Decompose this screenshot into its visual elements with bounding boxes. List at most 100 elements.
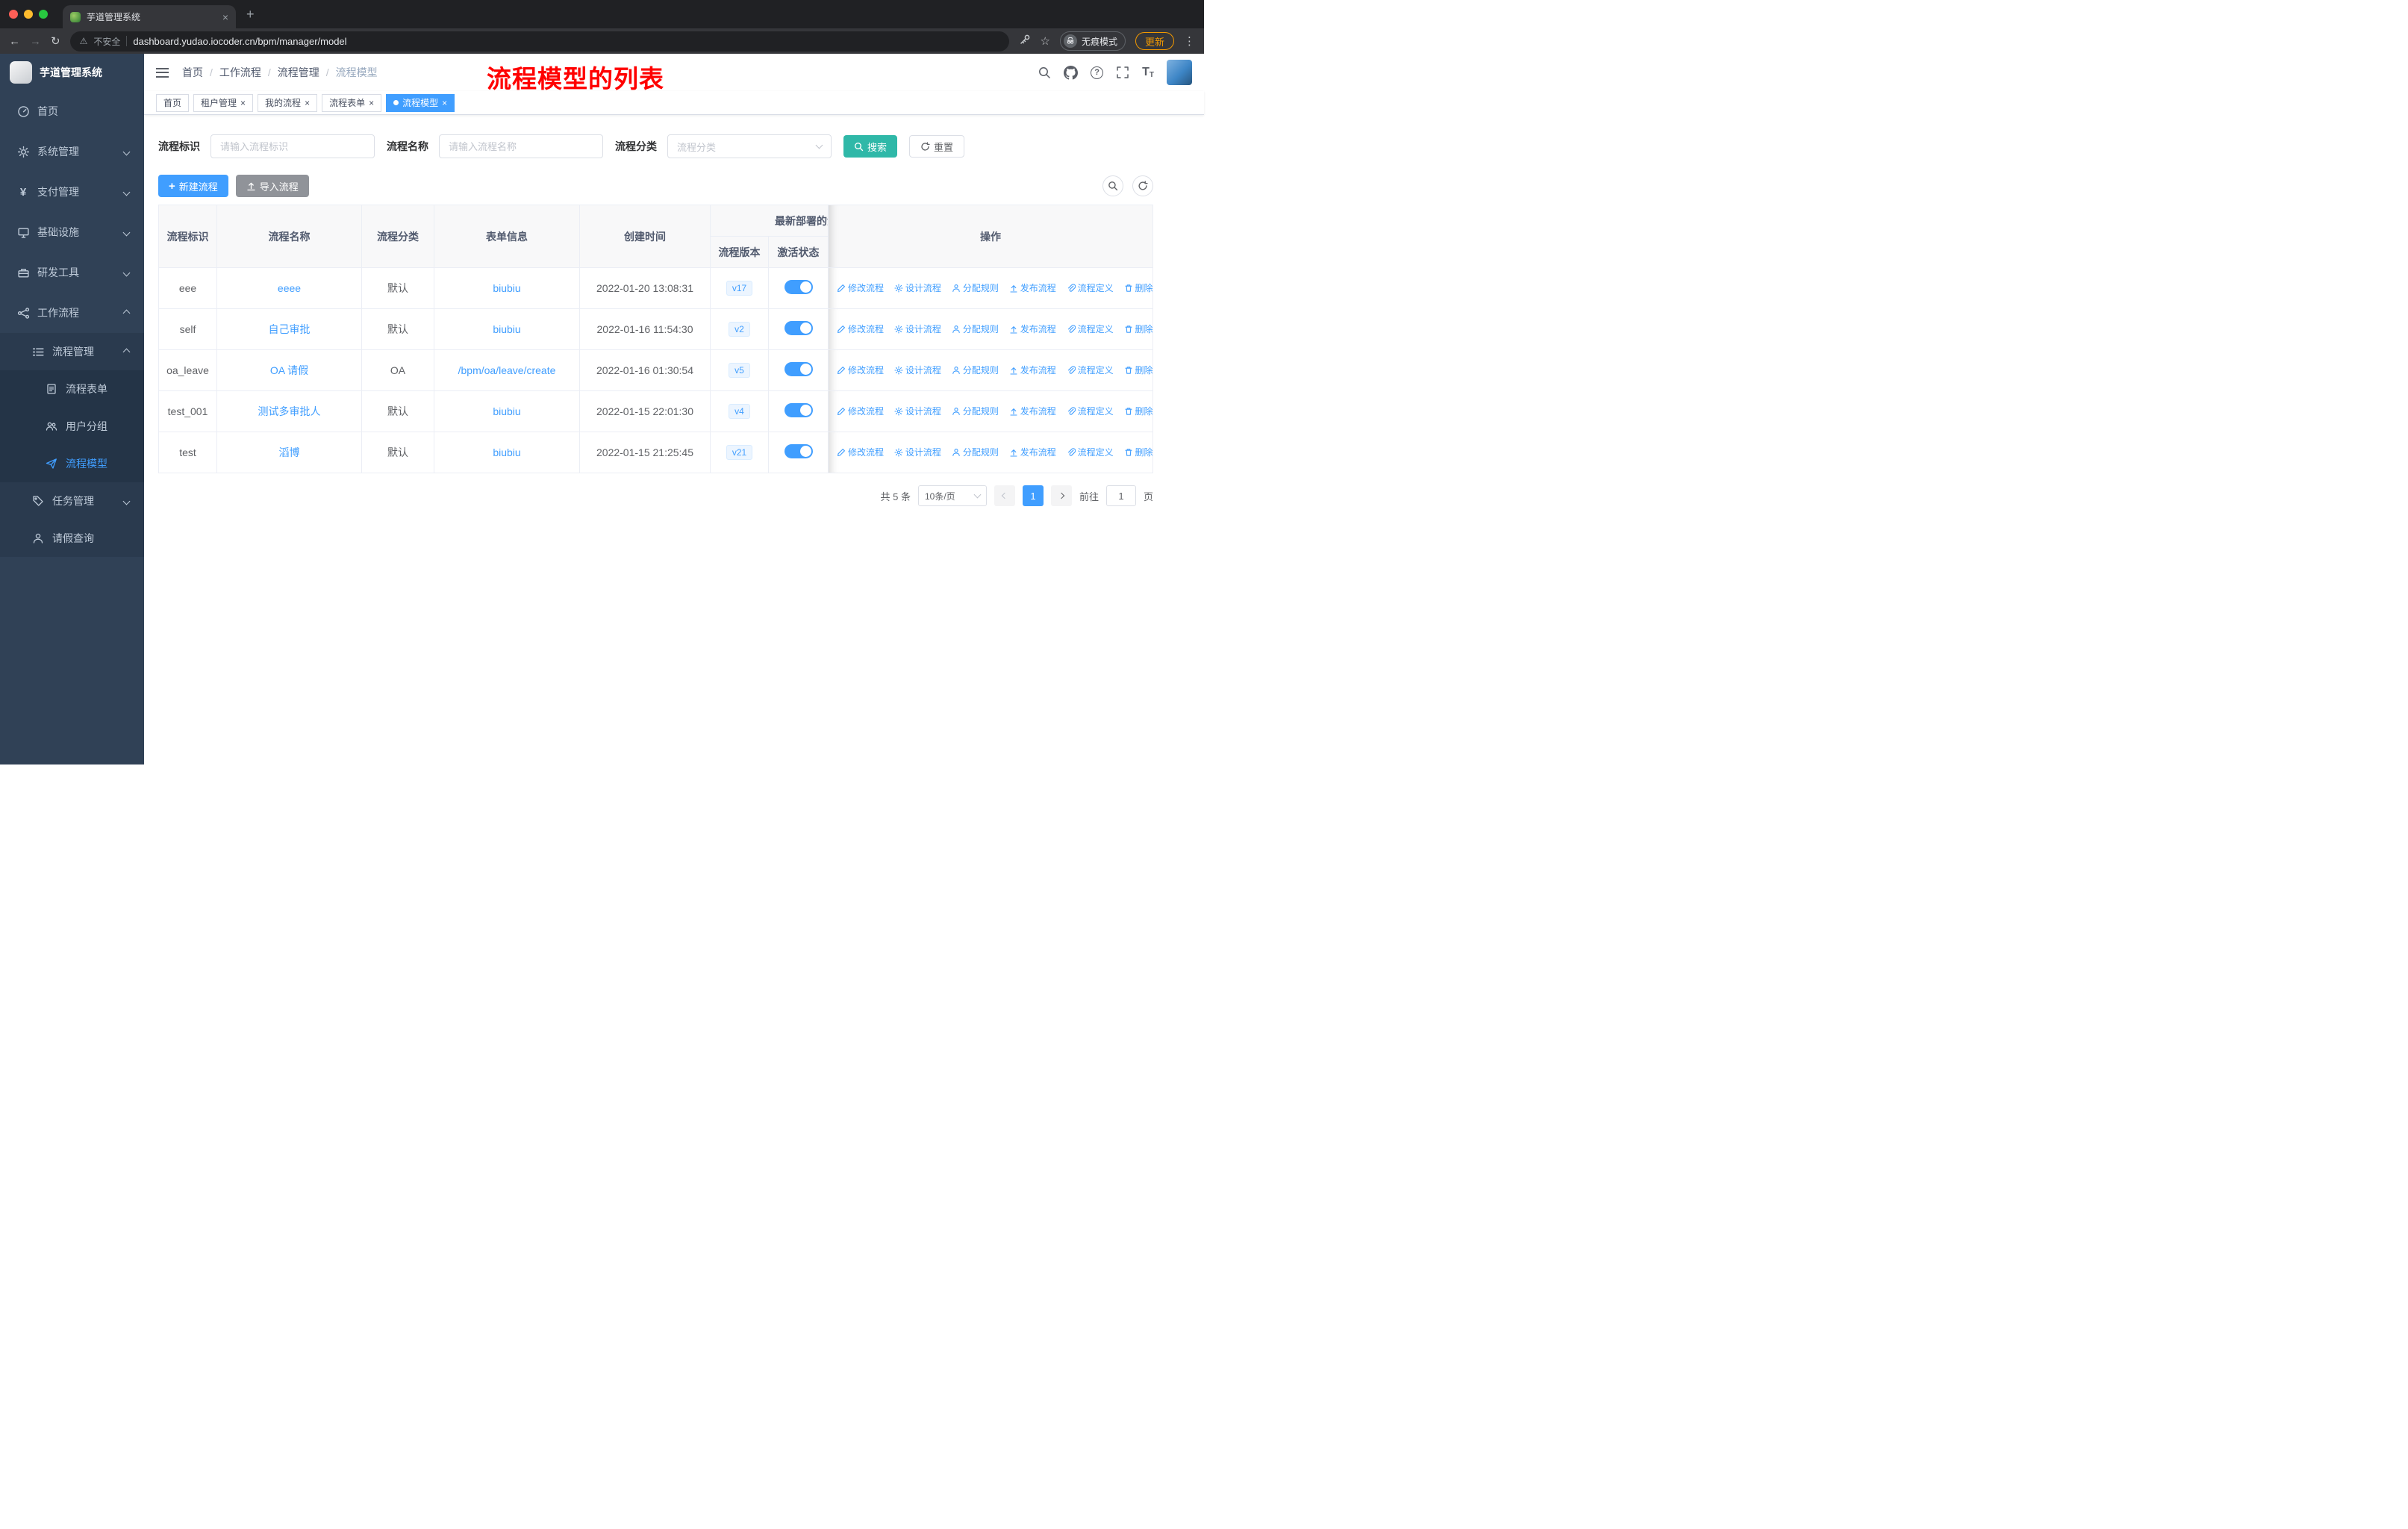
flow-definition-link[interactable]: 流程定义 xyxy=(1067,446,1114,458)
delete-link[interactable]: 删除 xyxy=(1124,323,1152,335)
bookmark-star-icon[interactable]: ☆ xyxy=(1041,34,1050,48)
goto-page-input[interactable] xyxy=(1105,485,1136,506)
flow-definition-link[interactable]: 流程定义 xyxy=(1067,364,1114,376)
close-window-button[interactable] xyxy=(9,10,18,19)
modify-flow-link[interactable]: 修改流程 xyxy=(837,323,884,335)
process-name-link[interactable]: eeee xyxy=(278,282,301,294)
sidebar-item-system[interactable]: 系统管理 xyxy=(0,131,144,172)
refresh-table-button[interactable] xyxy=(1132,175,1153,196)
design-flow-link[interactable]: 设计流程 xyxy=(894,323,941,335)
sidebar-item-task-manage[interactable]: 任务管理 xyxy=(0,482,144,520)
toggle-search-button[interactable] xyxy=(1102,175,1123,196)
sidebar-collapse-icon[interactable] xyxy=(156,67,169,78)
assign-rule-link[interactable]: 分配规则 xyxy=(952,281,999,294)
next-page-button[interactable] xyxy=(1050,485,1072,506)
address-bar[interactable]: ⚠ 不安全 dashboard.yudao.iocoder.cn/bpm/man… xyxy=(69,31,1009,52)
delete-link[interactable]: 删除 xyxy=(1124,364,1152,376)
tag-tenant-manage[interactable]: 租户管理 × xyxy=(193,93,254,112)
sidebar-item-process-manage[interactable]: 流程管理 xyxy=(0,333,144,370)
close-icon[interactable]: × xyxy=(305,99,310,108)
active-toggle[interactable] xyxy=(784,280,813,294)
design-flow-link[interactable]: 设计流程 xyxy=(894,405,941,417)
flow-definition-link[interactable]: 流程定义 xyxy=(1067,281,1114,294)
assign-rule-link[interactable]: 分配规则 xyxy=(952,446,999,458)
page-size-select[interactable]: 10条/页 xyxy=(917,485,987,506)
update-button[interactable]: 更新 xyxy=(1135,32,1174,50)
active-toggle[interactable] xyxy=(784,403,813,417)
incognito-badge[interactable]: 无痕模式 xyxy=(1059,31,1126,51)
modify-flow-link[interactable]: 修改流程 xyxy=(837,364,884,376)
fullscreen-icon[interactable] xyxy=(1116,66,1129,79)
category-select[interactable]: 流程分类 xyxy=(667,134,832,158)
breadcrumb-item-workflow[interactable]: 工作流程 xyxy=(219,65,261,80)
publish-flow-link[interactable]: 发布流程 xyxy=(1009,364,1056,376)
close-icon[interactable]: × xyxy=(442,99,447,108)
help-icon[interactable]: ? xyxy=(1091,66,1104,79)
active-toggle[interactable] xyxy=(784,362,813,376)
modify-flow-link[interactable]: 修改流程 xyxy=(837,405,884,417)
forward-icon[interactable]: → xyxy=(30,36,41,47)
sidebar-item-home[interactable]: 首页 xyxy=(0,91,144,131)
sidebar-item-user-group[interactable]: 用户分组 xyxy=(0,408,144,445)
publish-flow-link[interactable]: 发布流程 xyxy=(1009,405,1056,417)
modify-flow-link[interactable]: 修改流程 xyxy=(837,446,884,458)
assign-rule-link[interactable]: 分配规则 xyxy=(952,364,999,376)
publish-flow-link[interactable]: 发布流程 xyxy=(1009,323,1056,335)
prev-page-button[interactable] xyxy=(994,485,1015,506)
form-info-link[interactable]: biubiu xyxy=(493,282,520,294)
tag-home[interactable]: 首页 xyxy=(156,93,190,112)
sidebar-item-workflow[interactable]: 工作流程 xyxy=(0,293,144,333)
search-button[interactable]: 搜索 xyxy=(843,135,898,158)
search-icon[interactable] xyxy=(1038,66,1051,79)
reset-button[interactable]: 重置 xyxy=(909,135,965,158)
process-name-link[interactable]: OA 请假 xyxy=(270,364,308,376)
maximize-window-button[interactable] xyxy=(39,10,48,19)
process-name-input[interactable] xyxy=(439,134,603,158)
process-name-link[interactable]: 滔博 xyxy=(279,446,300,458)
browser-tab[interactable]: 芋道管理系统 × xyxy=(63,5,236,28)
minimize-window-button[interactable] xyxy=(24,10,33,19)
sidebar-item-payment[interactable]: ¥ 支付管理 xyxy=(0,172,144,212)
sidebar-item-devtools[interactable]: 研发工具 xyxy=(0,252,144,293)
browser-menu-icon[interactable]: ⋮ xyxy=(1184,34,1195,48)
font-size-icon[interactable]: TT xyxy=(1142,66,1154,79)
sidebar-item-process-model[interactable]: 流程模型 xyxy=(0,445,144,482)
close-icon[interactable]: × xyxy=(240,99,246,108)
delete-link[interactable]: 删除 xyxy=(1124,446,1152,458)
design-flow-link[interactable]: 设计流程 xyxy=(894,364,941,376)
breadcrumb-item-home[interactable]: 首页 xyxy=(182,65,203,80)
assign-rule-link[interactable]: 分配规则 xyxy=(952,405,999,417)
breadcrumb-item-process-manage[interactable]: 流程管理 xyxy=(278,65,319,80)
publish-flow-link[interactable]: 发布流程 xyxy=(1009,446,1056,458)
form-info-link[interactable]: biubiu xyxy=(493,323,520,335)
design-flow-link[interactable]: 设计流程 xyxy=(894,446,941,458)
back-icon[interactable]: ← xyxy=(9,36,20,47)
sidebar-item-infra[interactable]: 基础设施 xyxy=(0,212,144,252)
sidebar-item-leave-query[interactable]: 请假查询 xyxy=(0,520,144,557)
form-info-link[interactable]: biubiu xyxy=(493,405,520,417)
process-name-link[interactable]: 测试多审批人 xyxy=(258,405,321,417)
delete-link[interactable]: 删除 xyxy=(1124,281,1152,294)
design-flow-link[interactable]: 设计流程 xyxy=(894,281,941,294)
active-toggle[interactable] xyxy=(784,444,813,458)
flow-definition-link[interactable]: 流程定义 xyxy=(1067,323,1114,335)
password-key-icon[interactable] xyxy=(1019,34,1031,49)
import-process-button[interactable]: 导入流程 xyxy=(235,175,309,197)
new-tab-button[interactable]: + xyxy=(246,7,255,22)
close-icon[interactable]: × xyxy=(369,99,374,108)
tag-process-model[interactable]: 流程模型 × xyxy=(386,93,455,112)
tab-close-icon[interactable]: × xyxy=(222,11,228,23)
assign-rule-link[interactable]: 分配规则 xyxy=(952,323,999,335)
sidebar-item-process-form[interactable]: 流程表单 xyxy=(0,370,144,408)
process-key-input[interactable] xyxy=(210,134,375,158)
tag-my-process[interactable]: 我的流程 × xyxy=(258,93,318,112)
modify-flow-link[interactable]: 修改流程 xyxy=(837,281,884,294)
reload-icon[interactable]: ↻ xyxy=(51,36,60,47)
publish-flow-link[interactable]: 发布流程 xyxy=(1009,281,1056,294)
process-name-link[interactable]: 自己审批 xyxy=(269,323,311,335)
flow-definition-link[interactable]: 流程定义 xyxy=(1067,405,1114,417)
github-icon[interactable] xyxy=(1064,65,1079,80)
tag-process-form[interactable]: 流程表单 × xyxy=(322,93,382,112)
form-info-link[interactable]: /bpm/oa/leave/create xyxy=(458,364,556,376)
page-number-button[interactable]: 1 xyxy=(1022,485,1044,506)
